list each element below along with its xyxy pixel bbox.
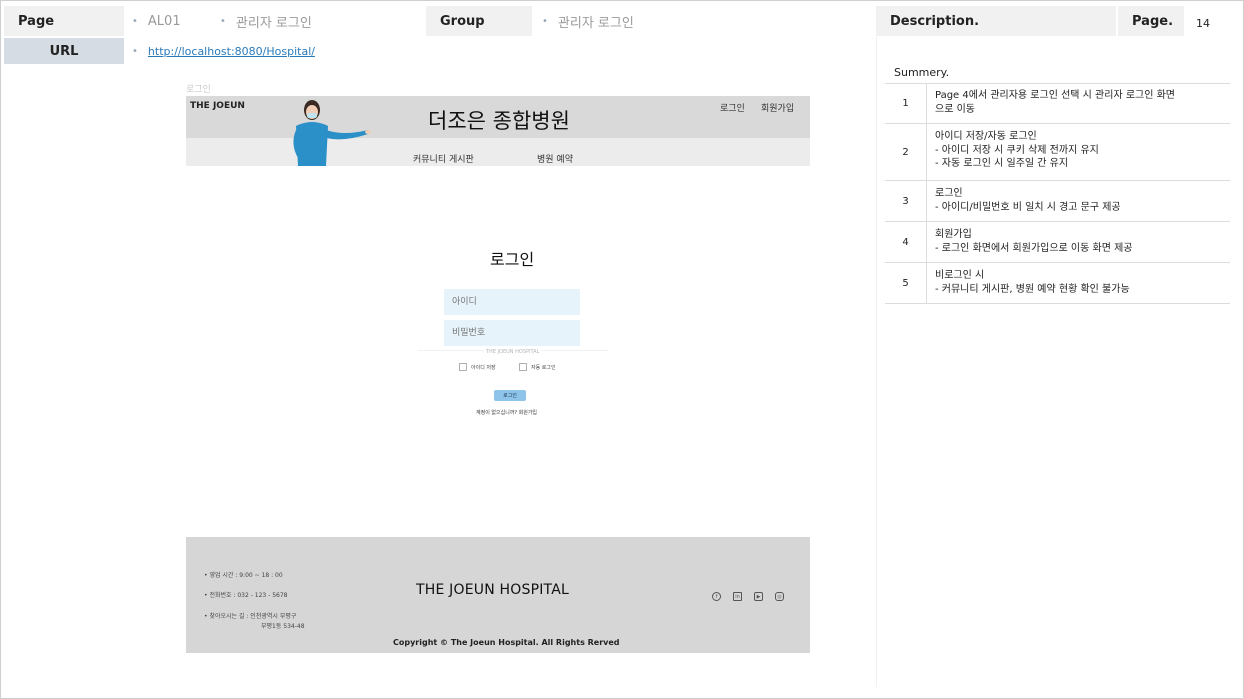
hospital-small-label: THE JOEUN HOSPITAL [484,349,542,355]
footer-address: • 찾아오시는 길 : 인천광역시 부평구 [204,613,297,620]
footer-address-line2: 부평1동 534-48 [261,623,305,630]
summary-row: 1 Page 4에서 관리자용 로그인 선택 시 관리자 로그인 화면 으로 이… [885,84,1230,124]
description-label: Description. [876,6,1116,36]
row-text: 회원가입 - 로그인 화면에서 회원가입으로 이동 화면 제공 [935,229,1133,254]
breadcrumb: 로그인 [186,85,211,95]
page-label: Page [4,6,124,36]
nav-hospital-reservation[interactable]: 병원 예약 [537,152,573,165]
nav-community-board[interactable]: 커뮤니티 게시판 [413,152,474,165]
id-input[interactable] [444,289,580,315]
url-field[interactable]: • http://localhost:8080/Hospital/ [132,38,315,64]
top-signup-link[interactable]: 회원가입 [761,101,794,114]
summary-title: Summery. [894,66,950,79]
page-name: • 관리자 로그인 [220,15,312,31]
row-number: 1 [885,84,927,123]
panel-separator [876,37,877,687]
summary-row: 5 비로그인 시 - 커뮤니티 게시판, 병원 예약 현황 확인 불가능 [885,263,1230,304]
site-brand[interactable]: THE JOEUN [190,101,245,111]
page-number-label: Page. [1118,6,1184,36]
page-number: 14 [1196,16,1210,30]
row-text: Page 4에서 관리자용 로그인 선택 시 관리자 로그인 화면 으로 이동 [935,90,1176,115]
page-code: • AL01 [132,13,181,29]
group-label: Group [426,6,532,36]
auto-login-checkbox[interactable] [519,363,527,371]
footer-phone: • 전화번호 : 032 - 123 - 5678 [204,592,288,599]
site-title: 더조은 종합병원 [428,109,570,133]
nurse-illustration [293,100,371,166]
row-number: 2 [885,124,927,180]
row-text: 비로그인 시 - 커뮤니티 게시판, 병원 예약 현황 확인 불가능 [935,270,1130,295]
save-id-checkbox[interactable] [459,363,467,371]
summary-row: 3 로그인 - 아이디/비밀번호 비 일치 시 경고 문구 제공 [885,181,1230,222]
group-name: • 관리자 로그인 [542,15,634,31]
login-heading: 로그인 [490,250,535,269]
auto-login-label: 자동 로그인 [531,365,556,371]
instagram-icon[interactable]: ◎ [775,592,784,601]
linkedin-icon[interactable]: in [733,592,742,601]
password-input[interactable] [444,320,580,346]
login-button[interactable]: 로그인 [494,390,526,401]
top-login-link[interactable]: 로그인 [720,101,745,114]
site-nav [186,138,810,166]
row-number: 4 [885,222,927,262]
summary-row: 4 회원가입 - 로그인 화면에서 회원가입으로 이동 화면 제공 [885,222,1230,263]
signup-link[interactable]: 계정이 없으십니까? 회원가입 [476,409,537,416]
row-text: 아이디 저장/자동 로그인 - 아이디 저장 시 쿠키 삭제 전까지 유지 - … [935,131,1099,169]
url-link[interactable]: http://localhost:8080/Hospital/ [148,45,315,58]
row-text: 로그인 - 아이디/비밀번호 비 일치 시 경고 문구 제공 [935,188,1121,213]
footer-copyright: Copyright © The Joeun Hospital. All Righ… [393,638,620,647]
footer-brand: THE JOEUN HOSPITAL [416,582,569,598]
youtube-icon[interactable]: ▶ [754,592,763,601]
summary-row: 2 아이디 저장/자동 로그인 - 아이디 저장 시 쿠키 삭제 전까지 유지 … [885,124,1230,181]
footer-hours: • 영업 시간 : 9:00 ~ 18 : 00 [204,572,283,579]
save-id-label: 아이디 저장 [471,365,496,371]
row-number: 5 [885,263,927,303]
row-number: 3 [885,181,927,221]
facebook-icon[interactable]: f [712,592,721,601]
url-label: URL [4,38,124,64]
